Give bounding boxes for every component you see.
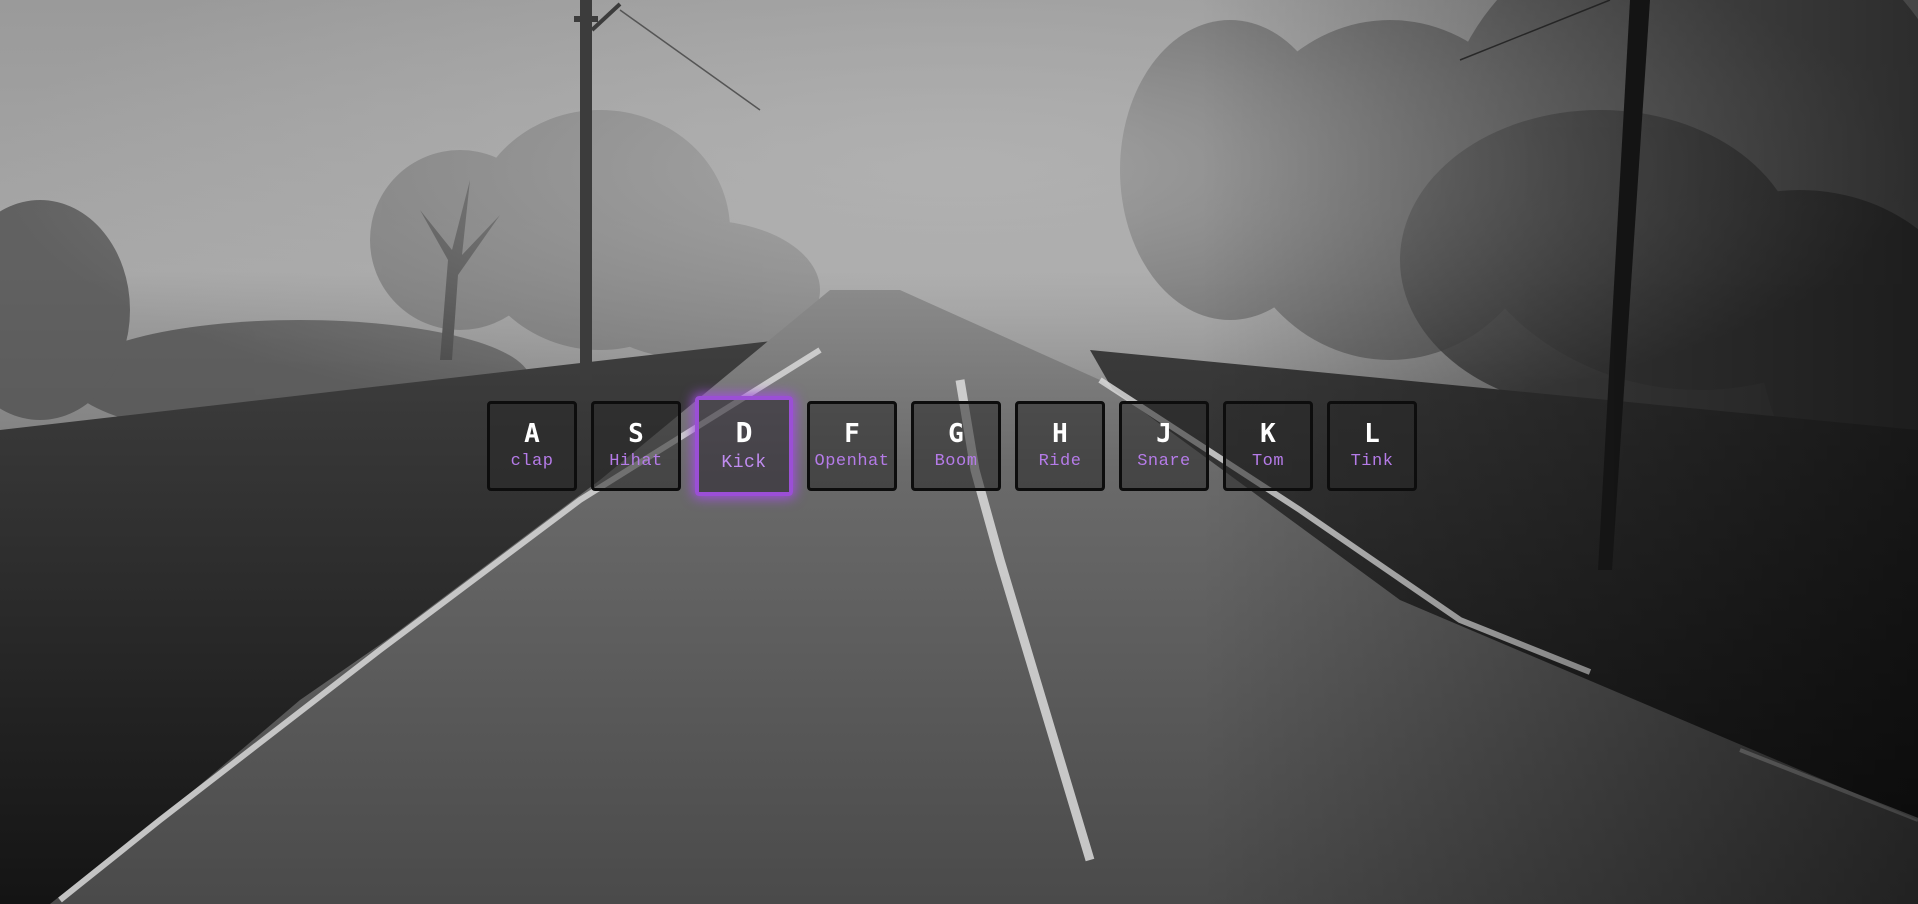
drum-key-d[interactable]: D Kick [695, 396, 793, 496]
key-letter: H [1052, 419, 1068, 449]
page-background: A clap S Hihat D Kick F Openhat G Boom H… [0, 0, 1918, 904]
drum-key-g[interactable]: G Boom [911, 401, 1001, 491]
key-letter: G [948, 419, 964, 449]
drum-key-f[interactable]: F Openhat [807, 401, 897, 491]
key-sound-label: Tink [1350, 452, 1394, 471]
key-sound-label: Ride [1038, 452, 1082, 471]
key-letter: J [1156, 419, 1172, 449]
drum-key-a[interactable]: A clap [487, 401, 577, 491]
drum-key-j[interactable]: J Snare [1119, 401, 1209, 491]
drum-key-k[interactable]: K Tom [1223, 401, 1313, 491]
key-sound-label: Kick [721, 453, 767, 473]
key-letter: S [628, 419, 644, 449]
drum-key-s[interactable]: S Hihat [591, 401, 681, 491]
key-sound-label: Tom [1251, 452, 1285, 471]
key-sound-label: Openhat [814, 452, 890, 471]
key-letter: K [1260, 419, 1276, 449]
key-sound-label: clap [510, 452, 554, 471]
key-letter: F [844, 419, 860, 449]
key-letter: A [524, 419, 540, 449]
key-letter: L [1364, 419, 1380, 449]
drum-key-l[interactable]: L Tink [1327, 401, 1417, 491]
key-sound-label: Hihat [609, 452, 663, 471]
key-sound-label: Boom [934, 452, 978, 471]
key-letter: D [735, 416, 753, 449]
key-sound-label: Snare [1137, 452, 1191, 471]
drum-key-h[interactable]: H Ride [1015, 401, 1105, 491]
drum-keys: A clap S Hihat D Kick F Openhat G Boom H… [487, 396, 1417, 496]
